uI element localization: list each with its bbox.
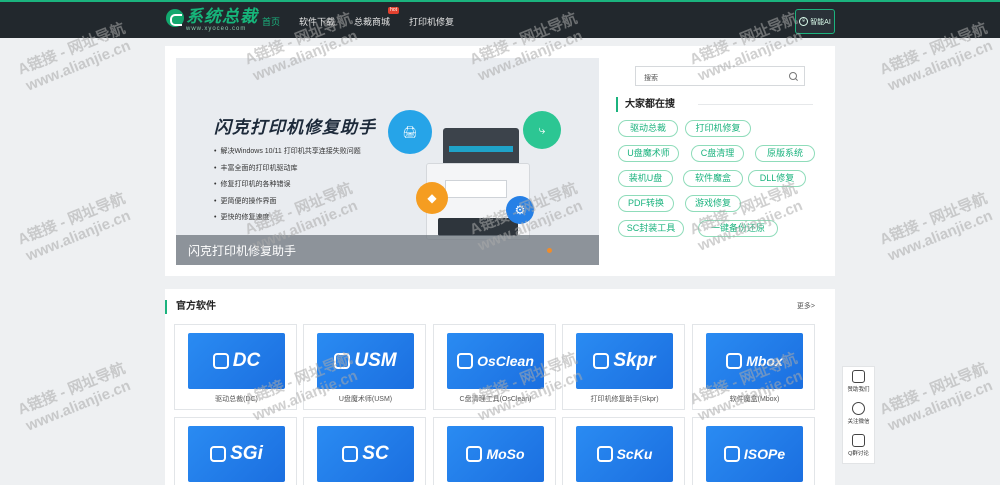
hot-tag[interactable]: DLL修复 (748, 170, 806, 187)
hot-tag[interactable]: C盘清理 (691, 145, 744, 162)
nav-printer-repair[interactable]: 打印机修复 (409, 15, 454, 28)
hot-badge: hot (388, 6, 400, 14)
logo-icon (166, 9, 184, 27)
hot-tag[interactable]: 软件魔盒 (683, 170, 743, 187)
official-software-section: 官方软件 更多> DC 驱动总裁(DC) USM U盘魔术师(USM) OsCl… (165, 289, 835, 485)
sc-logo-icon (342, 446, 359, 462)
logo-url: www.xyoceo.com (186, 26, 247, 32)
ai-button-label: 智能AI (810, 18, 831, 26)
software-card-moso[interactable]: MoSo (433, 417, 556, 485)
hot-tag[interactable]: PDF转换 (618, 195, 674, 212)
search-box (635, 66, 805, 88)
software-card-sgi[interactable]: SGi (174, 417, 297, 485)
hot-tag[interactable]: SC封装工具 (618, 220, 684, 237)
gear-icon: ⚙ (506, 196, 534, 224)
search-logo-icon (466, 446, 483, 462)
floating-side-panel: 赞助我们 关注微信 Q群讨论 (842, 366, 875, 464)
banner-caption: 闪克打印机修复助手 (188, 244, 297, 258)
dc-logo-icon (212, 353, 229, 369)
software-card-isope[interactable]: ISOPe (692, 417, 815, 485)
main-nav: 首页 软件下载 总裁商城 hot 打印机修复 (262, 2, 473, 40)
software-label: U盘魔术师(USM) (338, 396, 393, 403)
banner-title: 闪克打印机修复助手 (214, 118, 376, 137)
hot-tag[interactable]: 一键备份还原 (698, 220, 778, 237)
hot-tag[interactable]: 驱动总裁 (618, 120, 678, 137)
banner-caption-bar: 闪克打印机修复助手 (176, 235, 599, 265)
section-title: 官方软件 (165, 300, 216, 314)
software-label: 软件魔盒(Mbox) (729, 396, 780, 403)
vs-logo-icon (596, 446, 613, 462)
logo-text: 系统总裁 (186, 7, 258, 26)
share-icon: ⤷ (523, 111, 561, 149)
more-link[interactable]: 更多> (797, 301, 815, 311)
software-card-mbox[interactable]: Mbox 软件魔盒(Mbox) (692, 324, 815, 410)
banner-feature: 更快的修复速度 (214, 210, 361, 227)
software-card-osclean[interactable]: OsClean C盘清理工具(OsClean) (433, 324, 556, 410)
banner-feature: 丰富全面的打印机驱动库 (214, 161, 361, 178)
watermark: A链接 - 网址导航 www.alianjie.cn (15, 359, 133, 435)
nav-software-download[interactable]: 软件下载 (299, 15, 335, 28)
banner-feature: 解决Windows 10/11 打印机共享连接失败问题 (214, 144, 360, 161)
gift-icon (852, 370, 865, 383)
printer-icon: 🖨 (388, 110, 432, 154)
banner-feature-list: 解决Windows 10/11 打印机共享连接失败问题 丰富全面的打印机驱动库 … (214, 144, 361, 227)
software-logo: SGi (188, 426, 285, 482)
wechat-button[interactable]: 关注微信 (843, 399, 874, 431)
hot-tag[interactable]: 游戏修复 (685, 195, 741, 212)
sgi-logo-icon (210, 446, 227, 462)
software-logo: ISOPe (706, 426, 803, 482)
software-card-scku[interactable]: ScKu (562, 417, 685, 485)
search-input[interactable] (636, 69, 776, 88)
carousel-indicator[interactable] (547, 248, 552, 253)
search-icon[interactable] (789, 72, 797, 80)
software-logo: DC (188, 333, 285, 389)
disc-icon (723, 446, 740, 462)
watermark: A链接 - 网址导航 www.alianjie.cn (15, 189, 133, 265)
usm-logo-icon (334, 353, 351, 369)
software-label: 打印机修复助手(Skpr) (590, 396, 659, 403)
banner-feature: 修复打印机的各种错误 (214, 177, 361, 194)
featured-card: 闪克打印机修复助手 解决Windows 10/11 打印机共享连接失败问题 丰富… (165, 46, 835, 276)
software-card-usm[interactable]: USM U盘魔术师(USM) (303, 324, 426, 410)
software-logo: Skpr (576, 333, 673, 389)
site-logo[interactable]: 系统总裁 www.xyoceo.com (166, 8, 258, 34)
wechat-icon (852, 402, 865, 415)
carousel-banner[interactable]: 闪克打印机修复助手 解决Windows 10/11 打印机共享连接失败问题 丰富… (176, 58, 599, 265)
chat-icon (852, 434, 865, 447)
hot-tag[interactable]: 打印机修复 (685, 120, 751, 137)
software-card-skpr[interactable]: Skpr 打印机修复助手(Skpr) (562, 324, 685, 410)
software-label: C盘清理工具(OsClean) (459, 396, 532, 403)
software-label: 驱动总裁(DC) (215, 396, 258, 403)
hot-search-title: 大家都在搜 (616, 97, 813, 112)
software-logo: OsClean (447, 333, 544, 389)
top-navbar: 系统总裁 www.xyoceo.com 首页 软件下载 总裁商城 hot 打印机修… (0, 0, 1000, 38)
diamond-icon: ◆ (416, 182, 448, 214)
robot-icon: ⌾ (799, 17, 809, 26)
nav-store[interactable]: 总裁商城 hot (354, 6, 400, 28)
software-card-dc[interactable]: DC 驱动总裁(DC) (174, 324, 297, 410)
hot-tag[interactable]: 原版系统 (755, 145, 815, 162)
qq-group-button[interactable]: Q群讨论 (843, 431, 874, 463)
nav-store-label: 总裁商城 (354, 16, 391, 27)
software-logo: SC (317, 426, 414, 482)
watermark: A链接 - 网址导航 www.alianjie.cn (877, 189, 995, 265)
sponsor-button[interactable]: 赞助我们 (843, 367, 874, 399)
hot-tag[interactable]: 装机U盘 (618, 170, 673, 187)
watermark: A链接 - 网址导航 www.alianjie.cn (877, 359, 995, 435)
printer-icon (593, 353, 610, 369)
software-logo: USM (317, 333, 414, 389)
banner-feature: 更简便的操作界面 (214, 194, 361, 211)
software-card-sc[interactable]: SC (303, 417, 426, 485)
software-logo: ScKu (576, 426, 673, 482)
software-logo: MoSo (447, 426, 544, 482)
box-icon (726, 353, 743, 369)
broom-icon (457, 353, 474, 369)
hot-tag[interactable]: U盘魔术师 (618, 145, 679, 162)
nav-home[interactable]: 首页 (262, 15, 280, 28)
software-logo: Mbox (706, 333, 803, 389)
ai-assistant-button[interactable]: ⌾ 智能AI (795, 9, 835, 34)
